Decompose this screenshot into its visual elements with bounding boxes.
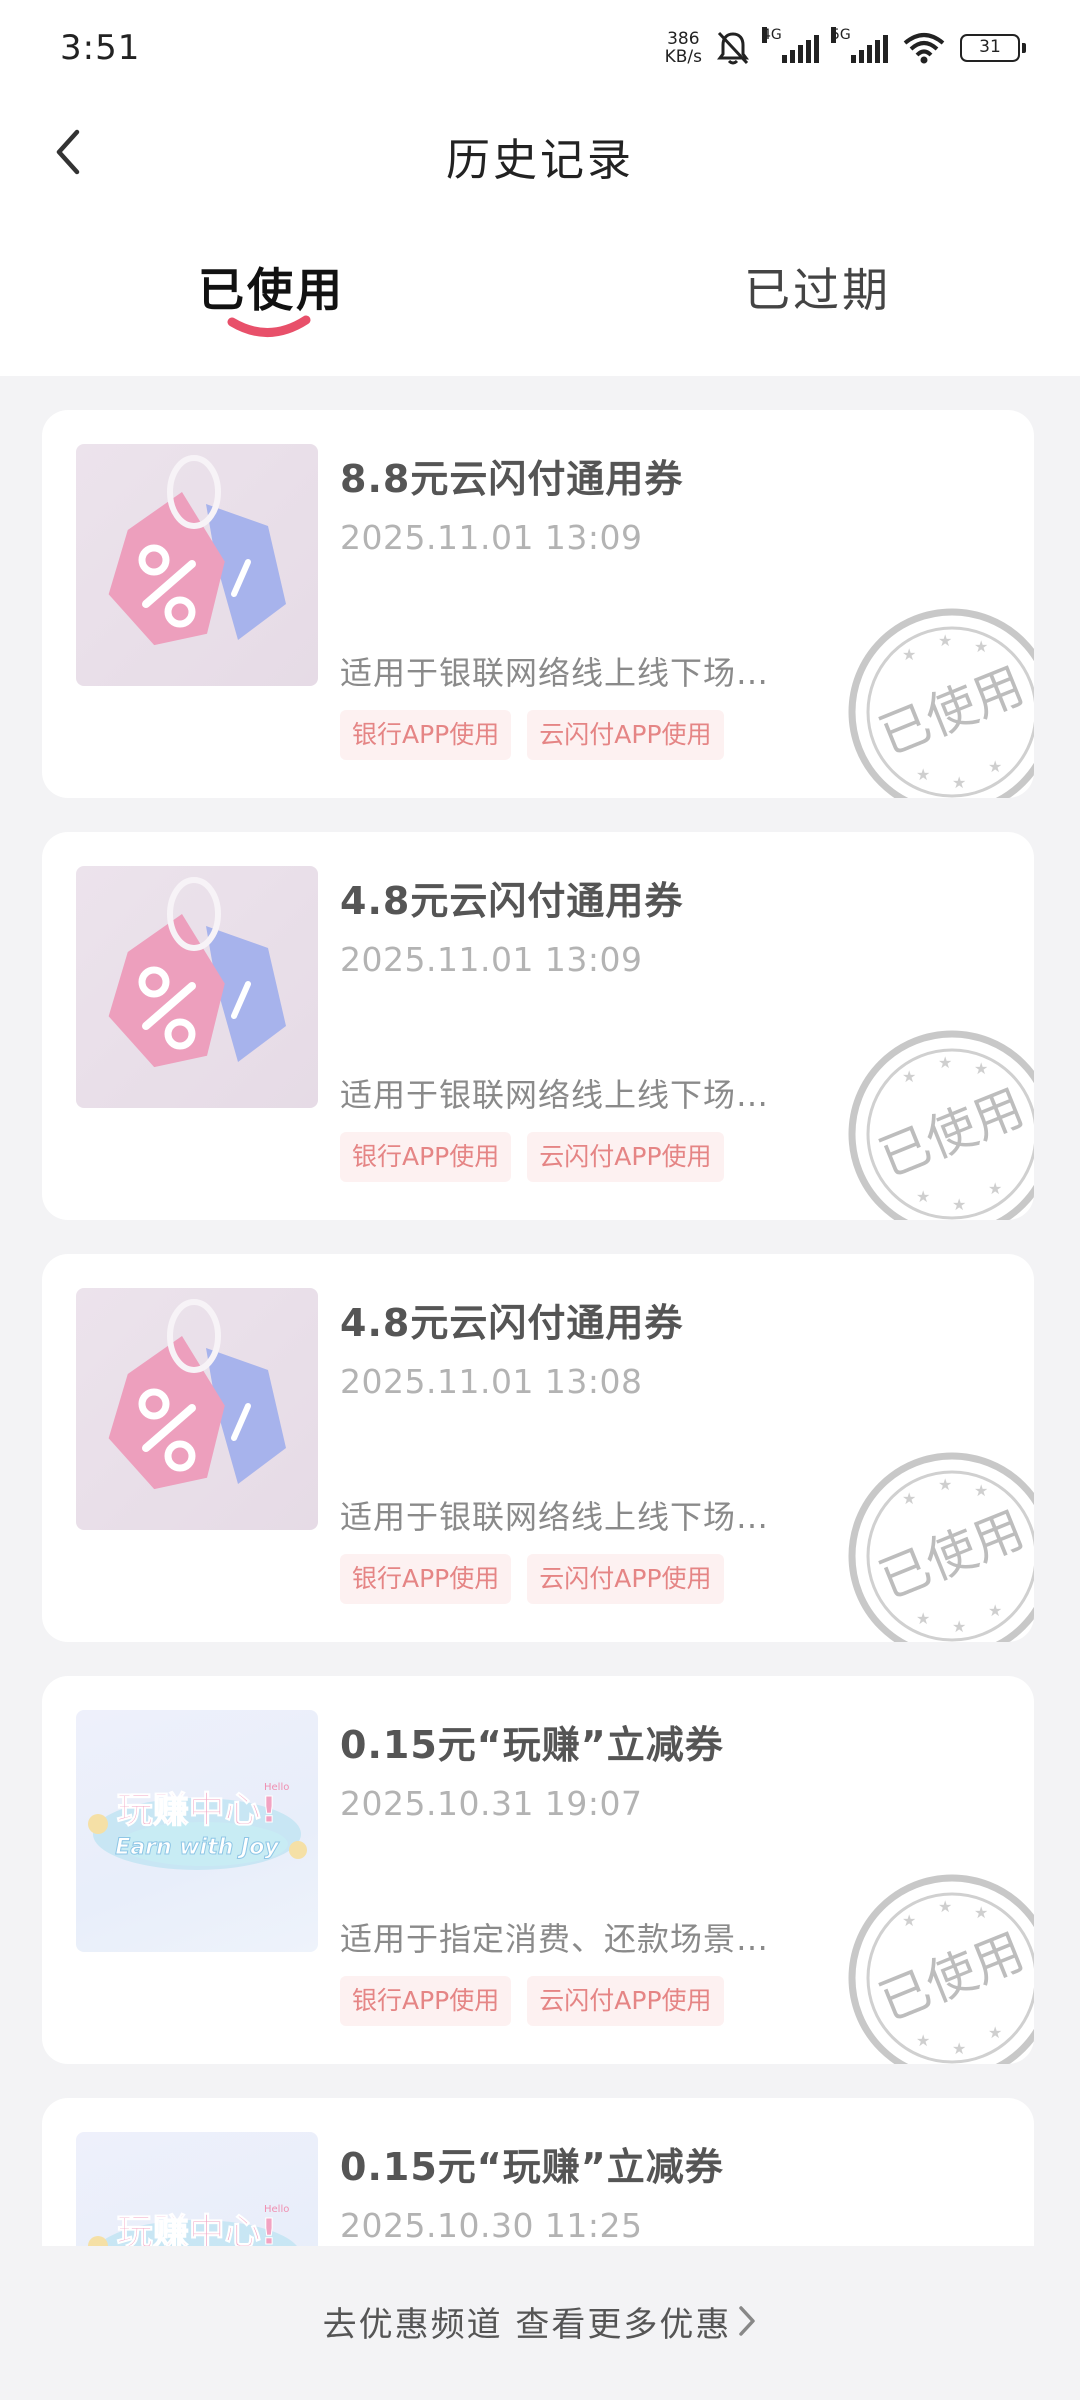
coupon-card[interactable]: 4.8元云闪付通用券 2025.11.01 13:09 适用于银联网络线上线下场… (42, 832, 1034, 1220)
coupon-badges: 银行APP使用 云闪付APP使用 (340, 1976, 724, 2026)
coupon-desc: 适用于银联网络线上线下场… (340, 654, 770, 692)
svg-text:★: ★ (952, 773, 966, 792)
svg-text:★: ★ (916, 765, 930, 784)
svg-text:★: ★ (988, 1601, 1002, 1620)
chevron-right-icon (739, 2306, 756, 2336)
svg-text:★: ★ (938, 631, 952, 650)
badge-bank-app: 银行APP使用 (340, 1976, 512, 2026)
tab-bar: 已使用 已过期 (0, 216, 1080, 376)
tab-used[interactable]: 已使用 (198, 254, 345, 320)
page-title: 历史记录 (446, 135, 634, 186)
coupon-title: 4.8元云闪付通用券 (340, 1301, 684, 1345)
svg-text:已使用: 已使用 (871, 1078, 1032, 1188)
coupon-list: 8.8元云闪付通用券 2025.11.01 13:09 适用于银联网络线上线下场… (0, 376, 1080, 2246)
svg-text:玩赚中心!: 玩赚中心! (117, 1790, 277, 1831)
status-bar: 3:51 386 KB/s 4G 5G 31 (0, 0, 1080, 96)
coupon-time: 2025.11.01 13:08 (340, 1362, 643, 1401)
used-stamp: 已使用 ★ ★ ★ ★ ★ ★ (848, 1030, 1034, 1220)
used-stamp: 已使用 ★ ★ ★ ★ ★ ★ (848, 608, 1034, 798)
coupon-time: 2025.10.30 11:25 (340, 2206, 643, 2245)
earn-with-joy-image: 玩赚中心! Hello (76, 2132, 318, 2246)
coupon-time: 2025.10.31 19:07 (340, 1784, 643, 1823)
bottom-bar: 去优惠频道 查看更多优惠 (0, 2246, 1080, 2400)
badge-unionpay-app: 云闪付APP使用 (527, 1132, 724, 1182)
coupon-card[interactable]: 玩赚中心! Hello 0.15元“玩赚”立减券 2025.10.30 11:2… (42, 2098, 1034, 2246)
more-offers-link[interactable]: 去优惠频道 查看更多优惠 (323, 2297, 758, 2346)
used-stamp: 已使用 ★ ★ ★ ★ ★ ★ (848, 1452, 1034, 1642)
badge-unionpay-app: 云闪付APP使用 (527, 710, 724, 760)
badge-unionpay-app: 云闪付APP使用 (527, 1976, 724, 2026)
coupon-time: 2025.11.01 13:09 (340, 940, 643, 979)
svg-text:★: ★ (902, 1067, 916, 1086)
coupon-title: 0.15元“玩赚”立减券 (340, 1723, 724, 1767)
battery-icon: 31 (960, 34, 1026, 62)
svg-text:★: ★ (952, 2039, 966, 2058)
network-speed: 386 KB/s (664, 29, 702, 67)
discount-tag-image (76, 866, 318, 1108)
svg-text:★: ★ (974, 1481, 988, 1500)
coupon-card[interactable]: 玩赚中心! Earn with Joy Hello 0.15元“玩赚”立减券 2… (42, 1676, 1034, 2064)
svg-text:★: ★ (938, 1475, 952, 1494)
svg-text:Hello: Hello (264, 1782, 289, 1793)
more-offers-label: 去优惠频道 查看更多优惠 (322, 2304, 732, 2345)
wifi-icon (903, 33, 945, 64)
svg-text:Earn with Joy: Earn with Joy (115, 1835, 280, 1860)
tab-expired[interactable]: 已过期 (744, 254, 891, 320)
discount-tag-image (76, 444, 318, 686)
svg-text:★: ★ (974, 1903, 988, 1922)
badge-unionpay-app: 云闪付APP使用 (527, 1554, 724, 1604)
svg-text:★: ★ (938, 1897, 952, 1916)
coupon-title: 4.8元云闪付通用券 (340, 879, 684, 923)
used-stamp: 已使用 ★ ★ ★ ★ ★ ★ (848, 1874, 1034, 2064)
coupon-desc: 适用于指定消费、还款场景… (340, 1920, 770, 1958)
svg-text:★: ★ (952, 1195, 966, 1214)
badge-bank-app: 银行APP使用 (340, 1132, 512, 1182)
svg-text:★: ★ (974, 637, 988, 656)
coupon-badges: 银行APP使用 云闪付APP使用 (340, 710, 724, 760)
svg-text:已使用: 已使用 (871, 656, 1032, 766)
svg-text:已使用: 已使用 (871, 1922, 1032, 2032)
signal-4g-icon: 4G (762, 27, 819, 63)
coupon-badges: 银行APP使用 云闪付APP使用 (340, 1554, 724, 1604)
coupon-desc: 适用于银联网络线上线下场… (340, 1076, 770, 1114)
svg-text:★: ★ (916, 2031, 930, 2050)
status-icons: 386 KB/s 4G 5G 31 (664, 27, 1026, 67)
coupon-badges: 银行APP使用 云闪付APP使用 (340, 1132, 724, 1182)
svg-text:★: ★ (974, 1059, 988, 1078)
svg-text:★: ★ (952, 1617, 966, 1636)
svg-text:★: ★ (938, 1053, 952, 1072)
svg-text:★: ★ (988, 2023, 1002, 2042)
svg-text:已使用: 已使用 (871, 1500, 1032, 1610)
active-tab-indicator (227, 315, 311, 337)
svg-text:★: ★ (916, 1187, 930, 1206)
svg-text:★: ★ (902, 1911, 916, 1930)
coupon-title: 0.15元“玩赚”立减券 (340, 2145, 724, 2189)
svg-text:★: ★ (902, 645, 916, 664)
coupon-card[interactable]: 4.8元云闪付通用券 2025.11.01 13:08 适用于银联网络线上线下场… (42, 1254, 1034, 1642)
svg-text:★: ★ (988, 1179, 1002, 1198)
coupon-desc: 适用于银联网络线上线下场… (340, 1498, 770, 1536)
earn-with-joy-image: 玩赚中心! Earn with Joy Hello (76, 1710, 318, 1952)
signal-5g-icon: 5G (831, 27, 888, 63)
coupon-card[interactable]: 8.8元云闪付通用券 2025.11.01 13:09 适用于银联网络线上线下场… (42, 410, 1034, 798)
badge-bank-app: 银行APP使用 (340, 1554, 512, 1604)
badge-bank-app: 银行APP使用 (340, 710, 512, 760)
svg-text:Hello: Hello (264, 2204, 289, 2215)
svg-text:★: ★ (902, 1489, 916, 1508)
nav-bar: 历史记录 (0, 96, 1080, 216)
svg-text:★: ★ (988, 757, 1002, 776)
status-time: 3:51 (60, 28, 141, 68)
svg-text:玩赚中心!: 玩赚中心! (117, 2212, 277, 2246)
svg-text:★: ★ (916, 1609, 930, 1628)
coupon-title: 8.8元云闪付通用券 (340, 457, 684, 501)
coupon-time: 2025.11.01 13:09 (340, 518, 643, 557)
bell-muted-icon (717, 31, 749, 65)
discount-tag-image (76, 1288, 318, 1530)
